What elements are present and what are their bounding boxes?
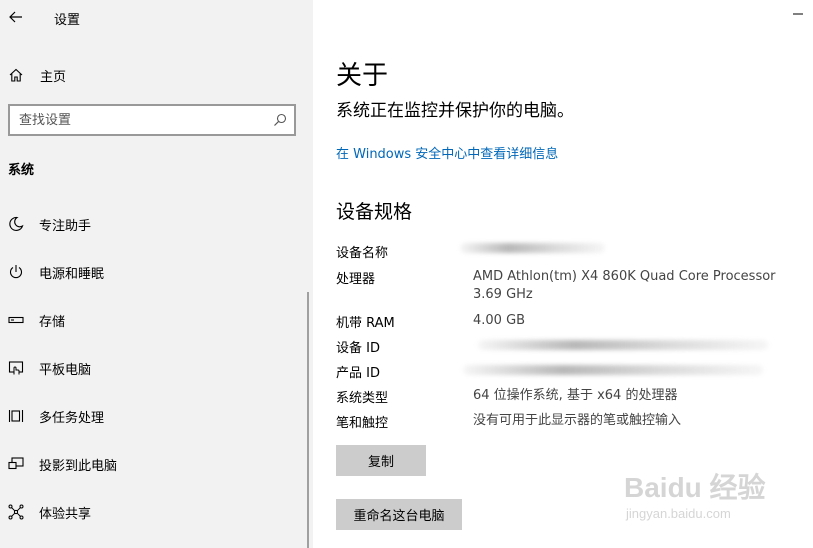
- sidebar: 设置 主页 系统 专注助手: [0, 0, 313, 548]
- minimize-icon: [793, 13, 803, 15]
- redacted-device-name: [460, 243, 605, 253]
- sidebar-item-multitasking[interactable]: 多任务处理: [0, 399, 313, 433]
- page-title: 关于: [336, 61, 389, 91]
- watermark-sub-text: jingyan.baidu.com: [626, 506, 731, 521]
- moon-icon: [7, 216, 25, 232]
- spec-row-ram: 机带 RAM 4.00 GB: [336, 312, 796, 331]
- spec-value: 4.00 GB: [473, 313, 526, 328]
- security-center-link[interactable]: 在 Windows 安全中心中查看详细信息: [336, 143, 558, 162]
- back-button[interactable]: [4, 4, 28, 30]
- shared-experiences-icon: [7, 504, 25, 520]
- storage-icon: [7, 312, 25, 328]
- spec-label: 机带 RAM: [336, 316, 395, 331]
- copy-button[interactable]: 复制: [336, 445, 426, 476]
- minimize-button[interactable]: [790, 6, 806, 22]
- search-box[interactable]: [8, 104, 296, 136]
- app-title: 设置: [54, 13, 81, 28]
- spec-value: 没有可用于此显示器的笔或触控输入: [473, 413, 682, 428]
- processor-speed: 3.69 GHz: [473, 287, 533, 302]
- sidebar-scrollbar[interactable]: [307, 292, 309, 548]
- spec-row-system-type: 系统类型 64 位操作系统, 基于 x64 的处理器: [336, 387, 796, 406]
- spec-label: 处理器: [336, 272, 376, 287]
- spec-row-pen-touch: 笔和触控 没有可用于此显示器的笔或触控输入: [336, 412, 796, 431]
- home-icon: [8, 68, 24, 82]
- processor-name: AMD Athlon(tm) X4 860K Quad Core Process…: [473, 269, 776, 284]
- spec-label: 系统类型: [336, 391, 389, 406]
- sidebar-item-label: 专注助手: [39, 218, 92, 234]
- search-input[interactable]: [19, 112, 269, 128]
- tablet-mode-icon: [7, 360, 25, 376]
- sidebar-item-label: 投影到此电脑: [39, 458, 118, 474]
- sidebar-item-focus-assist[interactable]: 专注助手: [0, 207, 313, 241]
- watermark-main-text: Baidu 经验: [624, 472, 766, 503]
- spec-label: 设备名称: [336, 246, 389, 261]
- rename-pc-button[interactable]: 重命名这台电脑: [336, 499, 462, 530]
- spec-label: 笔和触控: [336, 416, 389, 431]
- sidebar-item-label: 电源和睡眠: [39, 266, 105, 282]
- sidebar-item-power-sleep[interactable]: 电源和睡眠: [0, 255, 313, 289]
- sidebar-item-label: 体验共享: [39, 506, 92, 522]
- sidebar-item-label: 多任务处理: [39, 410, 105, 426]
- search-icon[interactable]: [272, 112, 288, 128]
- redacted-device-id: [478, 340, 768, 350]
- section-title: 系统: [8, 163, 35, 178]
- sidebar-item-label: 平板电脑: [39, 362, 92, 378]
- sidebar-item-tablet-mode[interactable]: 平板电脑: [0, 351, 313, 385]
- spec-label: 设备 ID: [336, 341, 380, 356]
- spec-row-processor: 处理器 AMD Athlon(tm) X4 860K Quad Core Pro…: [336, 268, 796, 304]
- sidebar-item-label: 主页: [40, 69, 67, 85]
- spec-label: 产品 ID: [336, 366, 380, 381]
- baidu-watermark: Baidu 经验 jingyan.baidu.com: [620, 466, 772, 528]
- multitasking-icon: [7, 408, 25, 424]
- protection-status: 系统正在监控并保护你的电脑。: [336, 101, 574, 121]
- redacted-product-id: [463, 365, 763, 375]
- main-content: 关于 系统正在监控并保护你的电脑。 在 Windows 安全中心中查看详细信息 …: [313, 0, 813, 548]
- power-icon: [7, 264, 25, 280]
- sidebar-item-label: 存储: [39, 314, 66, 330]
- sidebar-item-project-to-pc[interactable]: 投影到此电脑: [0, 447, 313, 481]
- spec-value: 64 位操作系统, 基于 x64 的处理器: [473, 388, 678, 403]
- sidebar-item-home[interactable]: 主页: [0, 62, 313, 88]
- back-arrow-icon: [9, 11, 22, 23]
- sidebar-item-shared-experiences[interactable]: 体验共享: [0, 495, 313, 529]
- sidebar-item-storage[interactable]: 存储: [0, 303, 313, 337]
- spec-value: AMD Athlon(tm) X4 860K Quad Core Process…: [473, 268, 776, 304]
- device-specs-heading: 设备规格: [336, 201, 413, 223]
- project-icon: [7, 456, 25, 472]
